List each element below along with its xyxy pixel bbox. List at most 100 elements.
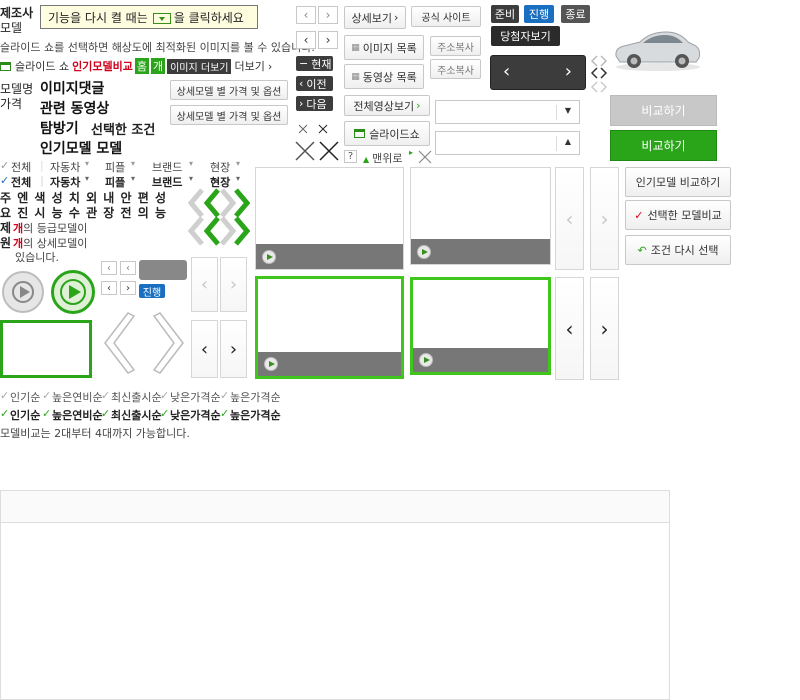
next-box-dark-1[interactable]: › (220, 320, 247, 378)
play-icon[interactable] (417, 245, 431, 259)
play-icon[interactable] (419, 353, 433, 367)
thumbnail-bar (258, 352, 401, 376)
select-box-1[interactable]: ▼ (435, 100, 580, 124)
filter-brand-active[interactable]: 브랜드 (152, 174, 182, 190)
prev-small-button-2[interactable]: ‹ (101, 261, 117, 275)
play-icon[interactable] (264, 357, 278, 371)
prev-box-dark-1[interactable]: ‹ (191, 320, 218, 378)
official-site-button[interactable]: 공식 사이트 (411, 6, 481, 27)
slideshow-label[interactable]: 슬라이드 쇼 (15, 58, 69, 74)
filter-car[interactable]: 자동차 (50, 159, 80, 175)
chevron-left-icon (590, 81, 598, 93)
big-chevron-pair[interactable] (100, 310, 188, 376)
prev-box-light-2[interactable]: ‹ (555, 167, 584, 270)
sort-high-price-active[interactable]: 높은가격순 (230, 407, 281, 423)
selected-frame[interactable] (0, 320, 92, 378)
select-box-2[interactable]: ▲ (435, 131, 580, 155)
sort-high-price[interactable]: 높은가격순 (230, 389, 281, 405)
check-icon: ✓ (42, 407, 52, 420)
next-page-button[interactable]: › 다음 (296, 96, 333, 111)
more-images-tag[interactable]: 이미지 더보기 (167, 58, 232, 74)
prev-top-button-2[interactable]: ‹ (296, 31, 316, 49)
prev-top-button[interactable]: ‹ (296, 6, 316, 24)
prev-small-button-3[interactable]: ‹ (101, 281, 117, 295)
thumbnail-1[interactable] (255, 167, 404, 270)
play-icon[interactable] (262, 250, 276, 264)
popular-model-link[interactable]: 인기모델 모델 (40, 138, 122, 158)
close-icon[interactable] (294, 140, 316, 162)
video-list-button[interactable]: ▦ 동영상 목록 (344, 64, 424, 89)
close-icon[interactable] (417, 149, 433, 165)
image-comment-link[interactable]: 이미지댓글 (40, 78, 104, 98)
prev-box-light-1[interactable]: ‹ (191, 257, 218, 312)
chevron-right-icon: › (416, 99, 421, 112)
current-button[interactable]: − 현재 (296, 56, 333, 71)
next-box-dark-2[interactable]: › (590, 277, 619, 380)
prev-box-dark-2[interactable]: ‹ (555, 277, 584, 380)
prev-page-button[interactable]: ‹ 이전 (296, 76, 333, 91)
selected-compare-button[interactable]: ✓ 선택한 모델비교 (625, 200, 731, 230)
related-video-link[interactable]: 관련 동영상 (40, 98, 109, 118)
slideshow-row: 슬라이드 쇼 인기모델비교 홈 개 이미지 더보기 더보기 › (0, 58, 272, 74)
play-button-green[interactable] (51, 270, 95, 314)
chevron-cluster[interactable] (589, 55, 609, 100)
compare-button[interactable]: 비교하기 (610, 130, 717, 161)
sort-popular-active[interactable]: 인기순 (10, 407, 40, 423)
copy-address-button-2[interactable]: 주소복사 (430, 59, 481, 79)
chevron-right-icon: › (229, 338, 238, 360)
reselect-button[interactable]: ↶ 조건 다시 선택 (625, 235, 731, 265)
chevron-right-icon: › (126, 282, 130, 294)
compare-button-disabled[interactable]: 비교하기 (610, 95, 717, 126)
ga-tag[interactable]: 개 (150, 58, 166, 74)
chevron-down-icon: ▾ (189, 159, 194, 168)
window-icon (0, 61, 11, 71)
explore-link[interactable]: 탐방기 (40, 118, 79, 138)
sort-low-price-active[interactable]: 낮은가격순 (170, 407, 221, 423)
copy-address-button-1[interactable]: 주소복사 (430, 36, 481, 56)
winner-button[interactable]: 당첨자보기 (491, 26, 560, 46)
next-box-light-2[interactable]: › (590, 167, 619, 270)
sort-latest[interactable]: 최신출시순 (111, 389, 162, 405)
filter-site[interactable]: 현장 (210, 159, 230, 175)
dark-slider-nav[interactable]: ‹ › (490, 55, 586, 90)
close-icon[interactable] (318, 124, 328, 134)
help-button[interactable]: ? (344, 150, 357, 163)
filter-brand[interactable]: 브랜드 (152, 159, 182, 175)
close-icon[interactable] (318, 140, 340, 162)
filter-car-active[interactable]: 자동차 (50, 174, 80, 190)
slideshow-button[interactable]: 슬라이드쇼 (344, 121, 430, 146)
top-link[interactable]: ▲ 맨위로 (363, 150, 403, 166)
filter-all[interactable]: 전체 (11, 159, 31, 175)
next-small-button-3[interactable]: › (120, 281, 136, 295)
thumbnail-selected-2[interactable] (410, 277, 551, 375)
sort-fuel[interactable]: 높은연비순 (52, 389, 103, 405)
detail-view-button[interactable]: 상세보기 › (344, 6, 406, 29)
detail-price-options-button-2[interactable]: 상세모델 별 가격 및 옵션 (170, 105, 288, 125)
detail-price-options-button-1[interactable]: 상세모델 별 가격 및 옵션 (170, 80, 288, 100)
chevron-pair-bottom[interactable] (188, 215, 250, 247)
sort-popular[interactable]: 인기순 (10, 389, 40, 405)
filter-all-active[interactable]: 전체 (11, 174, 31, 190)
thumbnail-2[interactable] (410, 167, 551, 265)
all-video-view-button[interactable]: 전체영상보기 › (344, 95, 430, 116)
image-list-button[interactable]: ▦ 이미지 목록 (344, 35, 424, 60)
popular-compare-link[interactable]: 인기모델비교 (72, 58, 133, 74)
thumbnail-selected-1[interactable] (255, 276, 404, 379)
prev-small-button[interactable]: ‹ (120, 261, 136, 275)
home-tag[interactable]: 홈 (134, 58, 149, 74)
filter-people-active[interactable]: 피플 (105, 174, 125, 190)
next-top-button-2[interactable]: › (318, 31, 338, 49)
next-top-button[interactable]: › (318, 6, 338, 24)
sort-low-price[interactable]: 낮은가격순 (170, 389, 221, 405)
close-icon[interactable] (298, 124, 308, 134)
sort-fuel-active[interactable]: 높은연비순 (52, 407, 103, 423)
chevron-right-icon[interactable]: › (565, 61, 572, 82)
filter-people[interactable]: 피플 (105, 159, 125, 175)
more-link[interactable]: 더보기 (234, 58, 264, 74)
popular-compare-button[interactable]: 인기모델 비교하기 (625, 167, 731, 197)
chevron-left-icon[interactable]: ‹ (503, 61, 510, 82)
chevron-up-icon: ▲ (564, 137, 571, 146)
play-button-gray[interactable] (2, 271, 44, 313)
next-box-light-1[interactable]: › (220, 257, 247, 312)
sort-latest-active[interactable]: 최신출시순 (111, 407, 162, 423)
